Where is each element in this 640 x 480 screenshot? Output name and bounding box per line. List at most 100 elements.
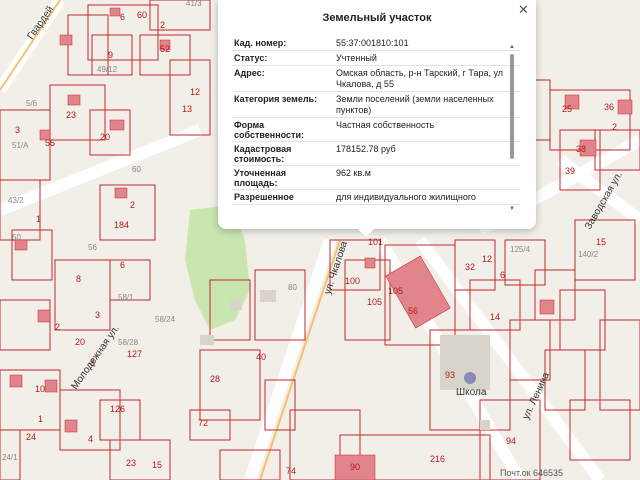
- row-value: для индивидуального жилищного: [336, 192, 476, 202]
- svg-text:127: 127: [127, 349, 142, 359]
- svg-text:105: 105: [388, 286, 403, 296]
- row-key: Категория земель:: [234, 94, 318, 104]
- svg-text:125/4: 125/4: [510, 245, 531, 254]
- svg-text:74: 74: [286, 466, 296, 476]
- svg-text:90: 90: [350, 462, 360, 472]
- row-key: Адрес:: [234, 68, 265, 78]
- info-table: Кад. номер: 55:37:001810:101 Статус: Учтен…: [232, 36, 520, 218]
- svg-text:50: 50: [12, 233, 21, 242]
- svg-text:36: 36: [604, 102, 614, 112]
- svg-text:39: 39: [565, 166, 575, 176]
- svg-text:14: 14: [490, 312, 500, 322]
- table-row: Кадастровая стоимость: 178152.78 руб: [232, 142, 520, 166]
- svg-text:55: 55: [45, 138, 55, 148]
- svg-text:126: 126: [110, 404, 125, 414]
- row-key: Кад. номер:: [234, 38, 287, 48]
- svg-text:2: 2: [612, 122, 617, 132]
- svg-text:12: 12: [190, 87, 200, 97]
- row-key: Уточненная площадь:: [234, 168, 286, 188]
- svg-text:56: 56: [88, 243, 97, 252]
- svg-text:58/24: 58/24: [155, 315, 176, 324]
- row-key: Разрешенное: [234, 192, 294, 202]
- svg-text:13: 13: [182, 104, 192, 114]
- svg-text:43/2: 43/2: [8, 196, 24, 205]
- svg-text:6: 6: [500, 270, 505, 280]
- table-row: Форма собственности: Частная собственност…: [232, 118, 520, 142]
- svg-text:58/28: 58/28: [118, 338, 139, 347]
- svg-text:60: 60: [132, 165, 141, 174]
- svg-text:6: 6: [120, 12, 125, 22]
- svg-text:93: 93: [445, 370, 455, 380]
- row-key: Форма собственности:: [234, 120, 304, 140]
- svg-text:60: 60: [137, 10, 147, 20]
- svg-text:Школа: Школа: [456, 387, 487, 398]
- svg-text:32: 32: [465, 262, 475, 272]
- scroll-thumb[interactable]: [510, 54, 514, 159]
- table-row: Кад. номер: 55:37:001810:101: [232, 36, 520, 51]
- svg-text:49/12: 49/12: [97, 65, 118, 74]
- svg-text:10: 10: [35, 384, 45, 394]
- svg-text:105: 105: [367, 297, 382, 307]
- svg-text:56: 56: [408, 306, 418, 316]
- row-value: Частная собственность: [336, 120, 435, 130]
- svg-text:20: 20: [100, 132, 110, 142]
- svg-text:5/6: 5/6: [26, 99, 38, 108]
- row-value: Земли поселений (земли населенных пункто…: [336, 94, 494, 115]
- svg-text:2: 2: [130, 200, 135, 210]
- svg-text:72: 72: [198, 418, 208, 428]
- svg-text:24/1: 24/1: [2, 453, 18, 462]
- row-value: 55:37:001810:101: [336, 38, 409, 48]
- table-row: Уточненная площадь: 962 кв.м: [232, 166, 520, 190]
- svg-text:51/A: 51/A: [12, 141, 29, 150]
- svg-text:1: 1: [38, 414, 43, 424]
- svg-text:1: 1: [36, 214, 41, 224]
- svg-text:20: 20: [75, 337, 85, 347]
- table-row: Статус: Учтенный: [232, 51, 520, 66]
- svg-text:8: 8: [76, 274, 81, 284]
- svg-text:4: 4: [88, 434, 93, 444]
- close-icon[interactable]: ✕: [518, 2, 529, 18]
- svg-text:58/1: 58/1: [118, 293, 134, 302]
- row-value: 962 кв.м: [336, 168, 371, 178]
- svg-text:12: 12: [482, 254, 492, 264]
- svg-text:80: 80: [288, 283, 297, 292]
- svg-text:41/3: 41/3: [186, 0, 202, 8]
- popup-scrollbar[interactable]: ▲ ▼: [509, 44, 515, 214]
- popup-pointer: [357, 228, 375, 237]
- row-value: Учтенный: [336, 53, 377, 63]
- row-value: 178152.78 руб: [336, 144, 396, 154]
- svg-text:2: 2: [55, 322, 60, 332]
- svg-text:184: 184: [114, 220, 129, 230]
- popup-title: Земельный участок: [322, 12, 432, 24]
- svg-text:100: 100: [345, 276, 360, 286]
- svg-text:140/2: 140/2: [578, 250, 599, 259]
- svg-text:40: 40: [256, 352, 266, 362]
- table-row: Адрес: Омская область, р-н Тарский, г Тар…: [232, 66, 520, 92]
- svg-text:52: 52: [160, 44, 170, 54]
- scroll-down-icon[interactable]: ▼: [509, 206, 515, 212]
- school-icon: [464, 372, 476, 384]
- table-row: Разрешенное для индивидуального жилищного: [232, 190, 520, 205]
- svg-text:216: 216: [430, 454, 445, 464]
- svg-text:6: 6: [120, 260, 125, 270]
- row-key: Кадастровая стоимость:: [234, 144, 292, 164]
- svg-text:9: 9: [108, 50, 113, 60]
- svg-text:3: 3: [15, 125, 20, 135]
- svg-text:15: 15: [596, 237, 606, 247]
- svg-text:3: 3: [95, 310, 100, 320]
- svg-text:101: 101: [368, 237, 383, 247]
- svg-text:23: 23: [66, 110, 76, 120]
- svg-text:2: 2: [160, 20, 165, 30]
- svg-text:24: 24: [26, 432, 36, 442]
- scroll-up-icon[interactable]: ▲: [509, 44, 515, 50]
- svg-text:38: 38: [576, 144, 586, 154]
- watermark: Почт.ок 646535: [500, 468, 564, 478]
- svg-text:28: 28: [210, 374, 220, 384]
- table-row: Категория земель: Земли поселений (земли …: [232, 92, 520, 118]
- row-key: Статус:: [234, 53, 268, 63]
- parcel-info-popup: Земельный участок ✕ Кад. номер: 55:37:001…: [218, 0, 536, 229]
- svg-text:25: 25: [562, 104, 572, 114]
- svg-text:94: 94: [506, 436, 516, 446]
- svg-text:15: 15: [152, 460, 162, 470]
- row-value: Омская область, р-н Тарский, г Тара, ул …: [336, 68, 504, 89]
